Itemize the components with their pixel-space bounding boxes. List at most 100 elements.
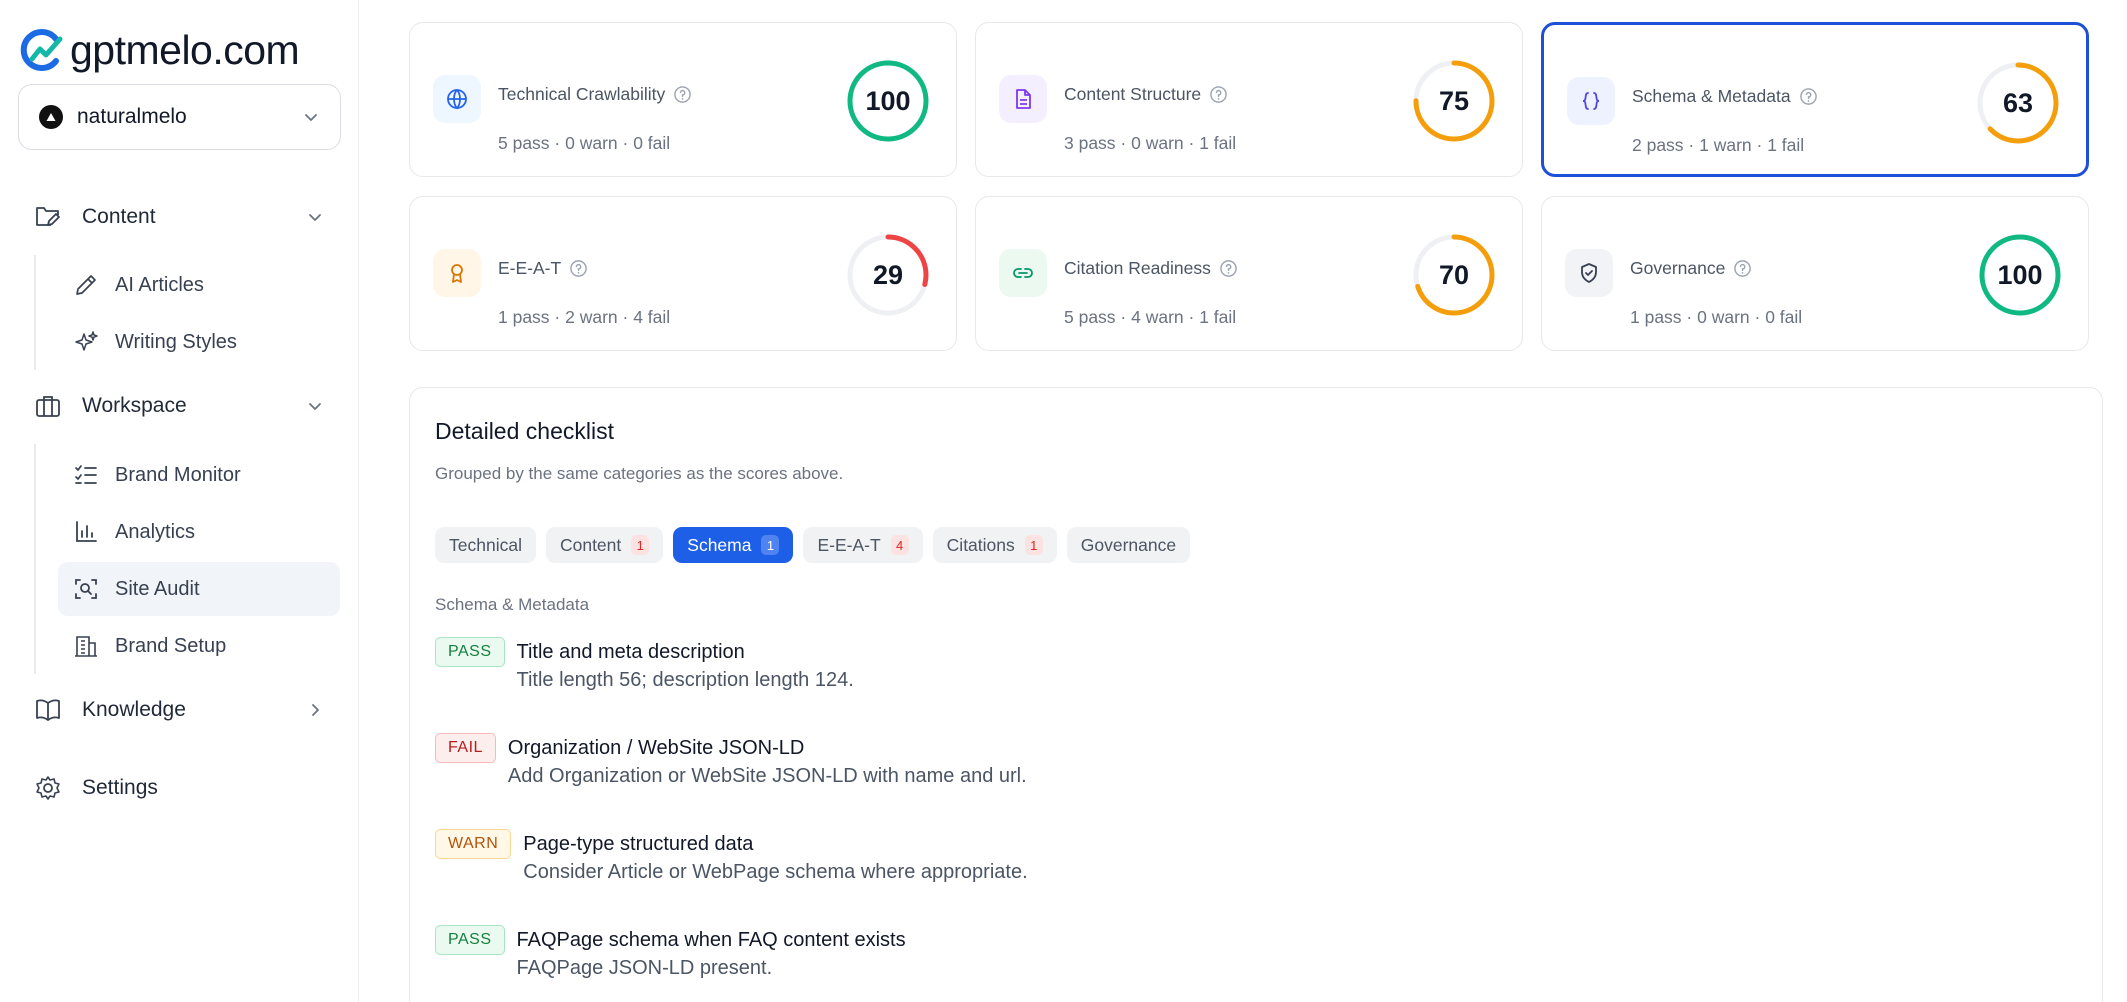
score-card[interactable]: Governance 1 pass · 0 warn · 0 fail 100 (1541, 196, 2089, 351)
card-summary: 5 pass · 0 warn · 0 fail (498, 133, 671, 153)
score-value: 29 (872, 259, 904, 290)
link-icon (1013, 268, 1033, 278)
shield-icon (1581, 263, 1597, 283)
scan-search-icon (75, 579, 97, 599)
card-title: Technical Crawlability (498, 84, 666, 104)
nav-section-label: Workspace (82, 394, 187, 417)
card-icon-wrap (1565, 249, 1613, 297)
score-ring: 100 (1976, 231, 2064, 319)
score-card[interactable]: Content Structure 3 pass · 0 warn · 1 fai… (975, 22, 1523, 177)
help-circle-icon[interactable] (569, 259, 588, 278)
status-badge: PASS (435, 925, 505, 955)
gear-icon (36, 776, 60, 800)
tab-content[interactable]: Content 1 (545, 527, 664, 563)
nav-section-knowledge[interactable]: Knowledge (34, 696, 324, 724)
tab-badge: 4 (890, 535, 909, 555)
card-icon-wrap (433, 249, 481, 297)
tab-label: Technical (449, 534, 522, 555)
item-detail: FAQPage JSON-LD present. (516, 957, 773, 979)
checklist-item: WARN Page-type structured data Consider Ar… (435, 829, 1028, 884)
tab-technical[interactable]: Technical (435, 527, 536, 563)
card-summary: 2 pass · 1 warn · 1 fail (1632, 135, 1805, 155)
checklist-subtitle: Grouped by the same categories as the sc… (435, 464, 844, 483)
card-summary: 1 pass · 2 warn · 4 fail (498, 307, 671, 327)
tab-schema[interactable]: Schema 1 (673, 527, 794, 563)
tab-badge: 1 (1024, 535, 1043, 555)
score-card[interactable]: Schema & Metadata 2 pass · 1 warn · 1 fai… (1541, 22, 2089, 177)
globe-icon (447, 89, 467, 110)
score-value: 63 (2002, 87, 2034, 118)
nav-section-label: Settings (82, 776, 158, 799)
tab-governance[interactable]: Governance (1066, 527, 1191, 563)
pen-icon (76, 275, 96, 295)
list-checks-icon (75, 465, 97, 484)
score-value: 100 (1997, 259, 2043, 290)
logo-text: gptmelo.com (70, 26, 300, 73)
nav-section-content[interactable]: Content (34, 203, 324, 231)
card-title: Schema & Metadata (1632, 86, 1791, 106)
tab-e-e-a-t[interactable]: E-E-A-T 4 (803, 527, 923, 563)
score-card[interactable]: Technical Crawlability 5 pass · 0 warn · … (409, 22, 957, 177)
braces-icon (1582, 92, 1600, 110)
sidebar-item-label: Analytics (115, 520, 196, 543)
sidebar-item-analytics[interactable]: Analytics (58, 505, 340, 559)
help-circle-icon[interactable] (1219, 259, 1238, 278)
sidebar-item-ai-articles[interactable]: AI Articles (58, 258, 340, 312)
sidebar: gptmelo.com naturalmelo Content AI Artic… (0, 0, 359, 1002)
help-circle-icon[interactable] (1209, 85, 1228, 104)
building-icon (75, 636, 97, 657)
document-icon (1016, 89, 1031, 109)
item-detail: Add Organization or WebSite JSON-LD with… (507, 765, 1027, 787)
score-card[interactable]: E-E-A-T 1 pass · 2 warn · 4 fail 29 (409, 196, 957, 351)
sidebar-item-label: Writing Styles (115, 330, 237, 353)
sidebar-item-brand-monitor[interactable]: Brand Monitor (58, 448, 340, 502)
sidebar-item-brand-setup[interactable]: Brand Setup (58, 619, 340, 673)
chevron-down-icon (309, 214, 321, 221)
group-label: Schema & Metadata (435, 595, 590, 614)
nav-section-settings[interactable]: Settings (34, 774, 324, 802)
tab-label: Schema (687, 534, 752, 555)
sidebar-item-label: Brand Setup (115, 634, 227, 657)
status-badge: WARN (435, 829, 512, 859)
briefcase-icon (36, 396, 60, 417)
sidebar-item-writing-styles[interactable]: Writing Styles (58, 315, 340, 369)
checklist-item: FAIL Organization / WebSite JSON-LD Add Or… (435, 733, 1027, 788)
item-title: FAQPage schema when FAQ content exists (516, 929, 906, 951)
item-detail: Consider Article or WebPage schema where… (523, 861, 1028, 883)
score-card[interactable]: Citation Readiness 5 pass · 4 warn · 1 fa… (975, 196, 1523, 351)
tab-label: Citations (946, 534, 1015, 555)
card-summary: 5 pass · 4 warn · 1 fail (1064, 307, 1237, 327)
sidebar-item-label: Site Audit (115, 577, 200, 600)
category-tabs: Technical Content 1 Schema 1 E-E-A-T 4 Citation… (435, 527, 1191, 563)
status-badge: PASS (435, 637, 505, 667)
chevron-down-icon (309, 403, 321, 410)
workspace-select[interactable]: naturalmelo (18, 84, 341, 150)
chevron-down-icon (305, 114, 317, 121)
sparkles-icon (75, 331, 98, 351)
award-icon (451, 264, 463, 283)
nav-section-workspace[interactable]: Workspace (34, 392, 324, 420)
card-icon-wrap (1567, 77, 1615, 125)
workspace-avatar-icon (39, 105, 63, 129)
score-ring: 100 (844, 57, 932, 145)
nav-section-label: Knowledge (82, 698, 186, 721)
help-circle-icon[interactable] (673, 85, 692, 104)
status-badge: FAIL (435, 733, 496, 763)
card-title: Citation Readiness (1064, 258, 1211, 278)
card-icon-wrap (999, 249, 1047, 297)
item-detail: Title length 56; description length 124. (516, 669, 854, 691)
chevron-right-icon (312, 704, 319, 716)
sidebar-item-site-audit[interactable]: Site Audit (58, 562, 340, 616)
checklist-item: PASS Title and meta description Title leng… (435, 637, 854, 692)
help-circle-icon[interactable] (1799, 87, 1818, 106)
score-ring: 75 (1410, 57, 1498, 145)
workspace-name: naturalmelo (77, 105, 187, 128)
help-circle-icon[interactable] (1733, 259, 1752, 278)
tab-label: Content (559, 534, 622, 555)
tab-citations[interactable]: Citations 1 (932, 527, 1057, 563)
checklist-item: PASS FAQPage schema when FAQ content exis… (435, 925, 906, 980)
item-title: Organization / WebSite JSON-LD (507, 737, 805, 759)
logo[interactable]: gptmelo.com (16, 24, 300, 76)
score-ring: 70 (1410, 231, 1498, 319)
bar-chart-icon (76, 521, 97, 542)
